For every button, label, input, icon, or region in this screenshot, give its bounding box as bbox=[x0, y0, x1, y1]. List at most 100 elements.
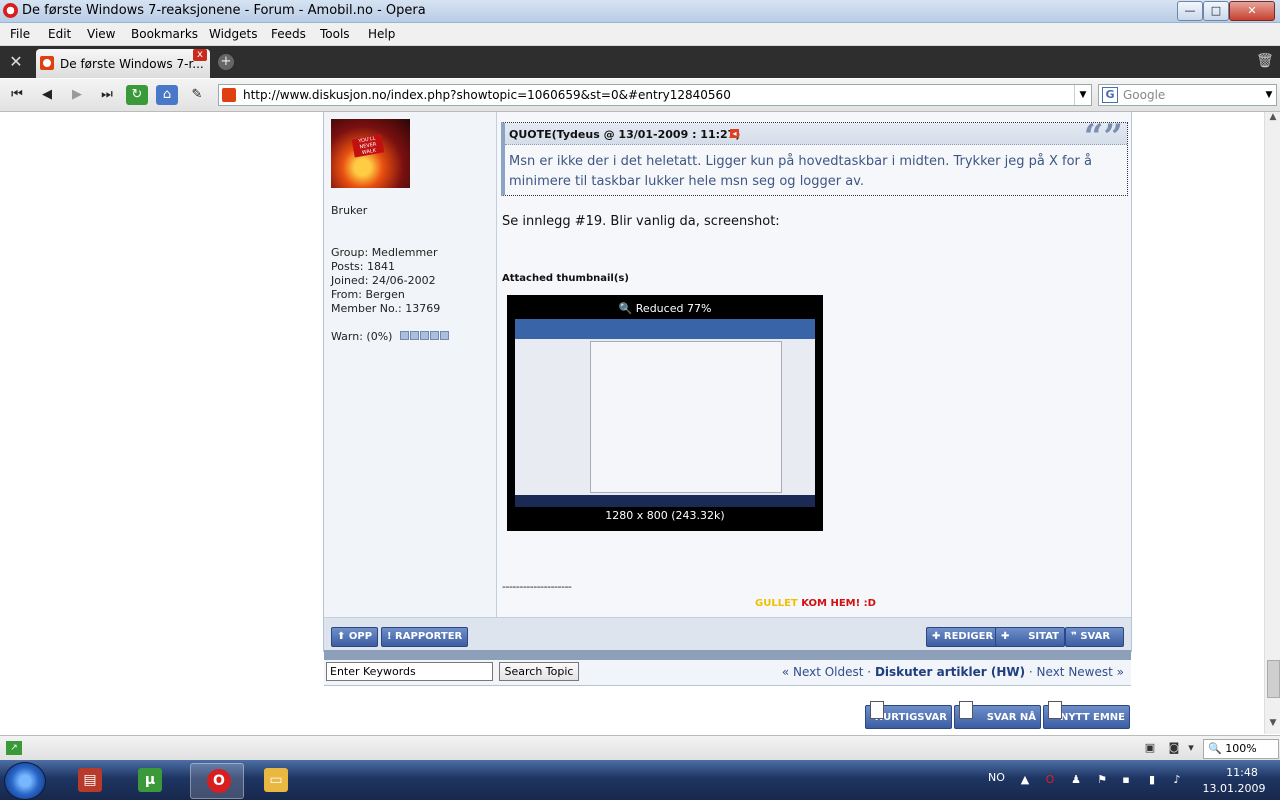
keywords-input[interactable]: Enter Keywords bbox=[326, 662, 493, 681]
reply-now-button[interactable]: SVAR NÅ bbox=[954, 701, 1041, 729]
clock-time[interactable]: 11:48 bbox=[1212, 766, 1272, 779]
quote-line: minimere til taskbar lukker hele msn seg… bbox=[509, 174, 865, 189]
close-window-button[interactable]: ✕ bbox=[1229, 1, 1275, 21]
chevron-down-icon[interactable]: ▼ bbox=[1262, 85, 1276, 105]
action-center-icon[interactable]: ⚑ bbox=[1095, 773, 1109, 787]
maximize-button[interactable]: □ bbox=[1203, 1, 1229, 21]
status-bar: ↗ ▣ ◙ ▾ 🔍 100% bbox=[0, 735, 1280, 761]
forum-post: Bruker Group: Medlemmer Posts: 1841 Join… bbox=[323, 112, 1132, 686]
forward-button[interactable]: ▶ bbox=[66, 85, 88, 105]
clock-date[interactable]: 13.01.2009 bbox=[1196, 782, 1272, 795]
up-button[interactable]: ⬆ OPP bbox=[331, 627, 379, 647]
chevron-down-icon[interactable]: ▼ bbox=[1074, 85, 1091, 105]
magnifier-icon: 🔍 bbox=[618, 302, 636, 315]
start-button[interactable] bbox=[4, 762, 46, 800]
tab-bar: ✕ De første Windows 7-r... x + 🗑 bbox=[0, 46, 1280, 78]
magnifier-icon: 🔍 bbox=[1208, 742, 1226, 755]
attached-label: Attached thumbnail(s) bbox=[502, 273, 629, 284]
taskbar-app-opera[interactable]: O bbox=[190, 763, 244, 799]
search-engine-field[interactable]: G Google ▼ bbox=[1098, 84, 1277, 106]
report-button[interactable]: ! RAPPORTER bbox=[381, 627, 469, 647]
reload-button[interactable]: ↻ bbox=[126, 85, 148, 105]
search-placeholder: Google bbox=[1123, 88, 1166, 102]
images-icon[interactable]: ◙ bbox=[1167, 741, 1181, 755]
document-icon bbox=[959, 701, 973, 719]
document-icon bbox=[870, 701, 884, 719]
quote-marks-icon: “” bbox=[1083, 117, 1123, 157]
signature-part: GULLET bbox=[755, 598, 798, 609]
signature-divider: -------------------- bbox=[502, 580, 572, 593]
quote-button[interactable]: ✚ SITAT bbox=[995, 627, 1065, 647]
menu-widgets[interactable]: Widgets bbox=[209, 27, 258, 41]
next-oldest-link[interactable]: « Next Oldest bbox=[782, 665, 864, 679]
new-tab-button[interactable]: + bbox=[218, 54, 234, 70]
search-topic-button[interactable]: Search Topic bbox=[499, 662, 579, 681]
minimize-button[interactable]: — bbox=[1177, 1, 1203, 21]
warn-label: Warn: (0%) bbox=[331, 330, 393, 343]
tab-active[interactable]: De første Windows 7-r... x bbox=[36, 49, 210, 78]
address-field[interactable]: http://www.diskusjon.no/index.php?showto… bbox=[218, 84, 1092, 106]
fast-forward-button[interactable]: ⏭ bbox=[96, 85, 118, 105]
zoom-control[interactable]: 🔍 100% bbox=[1203, 739, 1279, 759]
new-topic-button[interactable]: NYTT EMNE bbox=[1043, 701, 1130, 729]
scroll-up-icon[interactable]: ▲ bbox=[1265, 112, 1280, 126]
messenger-icon[interactable]: ♟ bbox=[1069, 773, 1083, 787]
archive-icon: ▤ bbox=[78, 768, 102, 792]
jump-to-post-icon[interactable]: ◂ bbox=[730, 129, 739, 138]
quick-reply-button[interactable]: HURTIGSVAR bbox=[865, 701, 952, 729]
reply-label: SVAR bbox=[1080, 631, 1111, 642]
volume-icon[interactable]: ♪ bbox=[1170, 773, 1184, 787]
tools-icon[interactable]: ✕ bbox=[4, 52, 28, 72]
menu-bookmarks[interactable]: Bookmarks bbox=[131, 27, 198, 41]
address-url: http://www.diskusjon.no/index.php?showto… bbox=[243, 88, 731, 102]
panels-icon[interactable]: ▣ bbox=[1143, 741, 1157, 755]
taskbar-app-explorer[interactable]: ▭ bbox=[248, 763, 300, 797]
scroll-down-icon[interactable]: ▼ bbox=[1265, 718, 1280, 732]
opera-unite-icon[interactable]: ↗ bbox=[6, 741, 22, 755]
rewind-button[interactable]: ⏮ bbox=[6, 85, 28, 105]
wand-icon[interactable]: ✎ bbox=[186, 85, 208, 105]
opera-tray-icon[interactable]: O bbox=[1043, 773, 1057, 787]
taskbar: ▤ µ O ▭ NO ▲ O ♟ ⚑ ▪ ▮ ♪ 11:48 13.01.200… bbox=[0, 760, 1280, 800]
signature-part: KOM HEM! :D bbox=[801, 598, 876, 609]
post-footer: ⬆ OPP ! RAPPORTER ✚ REDIGER ✚ SITAT ❞ SV… bbox=[324, 617, 1131, 652]
next-newest-link[interactable]: Next Newest » bbox=[1037, 665, 1124, 679]
menu-help[interactable]: Help bbox=[368, 27, 395, 41]
trash-icon[interactable]: 🗑 bbox=[1256, 53, 1274, 71]
network-icon[interactable]: ▮ bbox=[1145, 773, 1159, 787]
quote-text: Msn er ikke der i det heletatt. Ligger k… bbox=[509, 152, 1104, 192]
attached-thumbnail[interactable]: 🔍 Reduced 77% 1280 x 800 (243.32k) bbox=[507, 295, 823, 531]
signature: GULLET KOM HEM! :D bbox=[755, 598, 876, 609]
up-label: OPP bbox=[348, 631, 373, 642]
reply-button[interactable]: ❞ SVAR bbox=[1065, 627, 1124, 647]
member-posts: Posts: 1841 bbox=[331, 260, 395, 273]
taskbar-app-utorrent[interactable]: µ bbox=[122, 763, 174, 797]
home-button[interactable]: ⌂ bbox=[156, 85, 178, 105]
device-icon[interactable]: ▪ bbox=[1119, 773, 1133, 787]
menu-feeds[interactable]: Feeds bbox=[271, 27, 306, 41]
taskbar-app-winrar[interactable]: ▤ bbox=[62, 763, 114, 797]
edit-label: REDIGER bbox=[943, 631, 994, 642]
window-title: De første Windows 7-reaksjonene - Forum … bbox=[22, 3, 426, 18]
google-icon: G bbox=[1102, 87, 1118, 103]
plus-icon: ✚ bbox=[1001, 631, 1010, 642]
member-group: Group: Medlemmer bbox=[331, 246, 438, 259]
tray-expand-icon[interactable]: ▲ bbox=[1018, 773, 1032, 787]
menu-edit[interactable]: Edit bbox=[48, 27, 71, 41]
menu-file[interactable]: File bbox=[10, 27, 30, 41]
edit-button[interactable]: ✚ REDIGER bbox=[926, 627, 1000, 647]
menu-tools[interactable]: Tools bbox=[320, 27, 350, 41]
post-divider bbox=[324, 650, 1131, 660]
forum-link[interactable]: Diskuter artikler (HW) bbox=[875, 665, 1025, 679]
avatar bbox=[331, 119, 410, 188]
menu-view[interactable]: View bbox=[87, 27, 115, 41]
tab-close-button[interactable]: x bbox=[193, 49, 207, 61]
separator: · bbox=[863, 665, 875, 679]
vertical-scrollbar[interactable]: ▲ ▼ bbox=[1264, 112, 1280, 734]
tab-label: De første Windows 7-r... bbox=[60, 57, 204, 71]
back-button[interactable]: ◀ bbox=[36, 85, 58, 105]
zoom-level: 100% bbox=[1225, 742, 1257, 755]
scrollbar-thumb[interactable] bbox=[1267, 660, 1280, 698]
language-indicator[interactable]: NO bbox=[988, 771, 1005, 784]
chevron-down-icon[interactable]: ▾ bbox=[1184, 741, 1198, 755]
